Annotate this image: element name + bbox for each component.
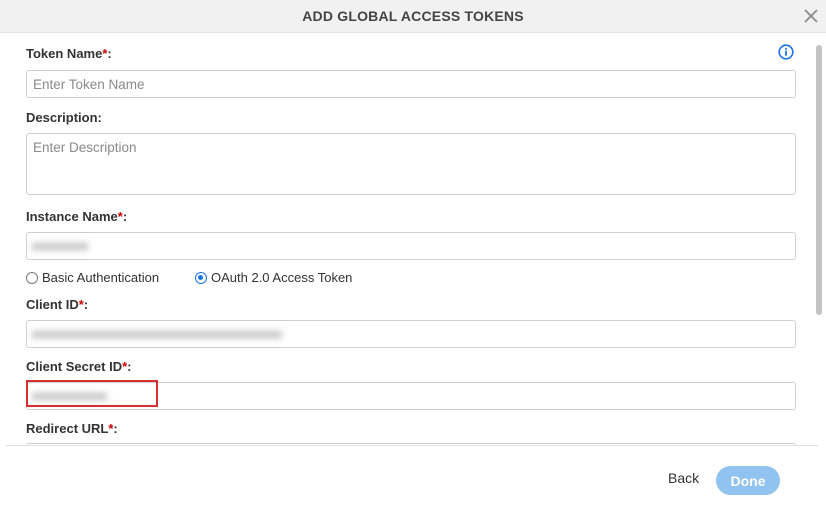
label-suffix: : (122, 209, 128, 224)
label-suffix: : (127, 359, 132, 374)
token-name-placeholder: Enter Token Name (33, 77, 145, 92)
client-id-value: xxxxxxxxxxxxxxxxxxxxxxxxxxxxxxxxxxxxxxxx (32, 327, 282, 341)
instance-name-label-text: Instance Name (26, 209, 118, 224)
close-button[interactable] (800, 5, 822, 27)
radio-oauth[interactable]: OAuth 2.0 Access Token (195, 270, 352, 285)
radio-basic-auth-label: Basic Authentication (42, 270, 160, 285)
description-label: Description: (26, 110, 102, 125)
token-name-label: Token Name*: (26, 46, 112, 61)
radio-basic-auth[interactable]: Basic Authentication (26, 270, 159, 285)
footer-divider (6, 445, 818, 446)
instance-name-label: Instance Name*: (26, 209, 127, 224)
scrollbar[interactable] (812, 33, 826, 445)
done-button[interactable]: Done (716, 466, 780, 495)
radio-oauth-label: OAuth 2.0 Access Token (211, 270, 353, 285)
label-suffix: : (107, 46, 112, 61)
instance-name-input[interactable]: xxxxxxxxx (26, 232, 796, 260)
scrollbar-thumb[interactable] (816, 45, 822, 315)
radio-button-basic[interactable] (26, 271, 38, 284)
back-button[interactable]: Back (662, 468, 705, 488)
description-placeholder: Enter Description (33, 140, 137, 155)
radio-button-oauth[interactable] (195, 271, 207, 284)
instance-name-value: xxxxxxxxx (32, 239, 89, 253)
client-secret-id-input[interactable]: xxxxxxxxxxxx (26, 382, 796, 410)
info-icon[interactable] (778, 44, 794, 60)
label-suffix: : (113, 421, 118, 436)
close-icon (804, 9, 818, 23)
token-name-label-text: Token Name (26, 46, 103, 61)
client-id-input[interactable]: xxxxxxxxxxxxxxxxxxxxxxxxxxxxxxxxxxxxxxxx (26, 320, 796, 348)
client-secret-id-label-text: Client Secret ID (26, 359, 123, 374)
client-id-label: Client ID*: (26, 297, 88, 312)
dialog-header: ADD GLOBAL ACCESS TOKENS (0, 0, 826, 33)
token-name-input[interactable]: Enter Token Name (26, 70, 796, 98)
dialog-title: ADD GLOBAL ACCESS TOKENS (302, 8, 524, 24)
redirect-url-label: Redirect URL*: (26, 421, 118, 436)
dialog-body: Token Name*: Enter Token Name Descriptio… (0, 33, 826, 445)
client-secret-id-label: Client Secret ID*: (26, 359, 132, 374)
redirect-url-label-text: Redirect URL (26, 421, 109, 436)
client-id-label-text: Client ID (26, 297, 79, 312)
description-textarea[interactable]: Enter Description (26, 133, 796, 195)
label-suffix: : (83, 297, 89, 312)
client-secret-id-value: xxxxxxxxxxxx (32, 389, 107, 403)
